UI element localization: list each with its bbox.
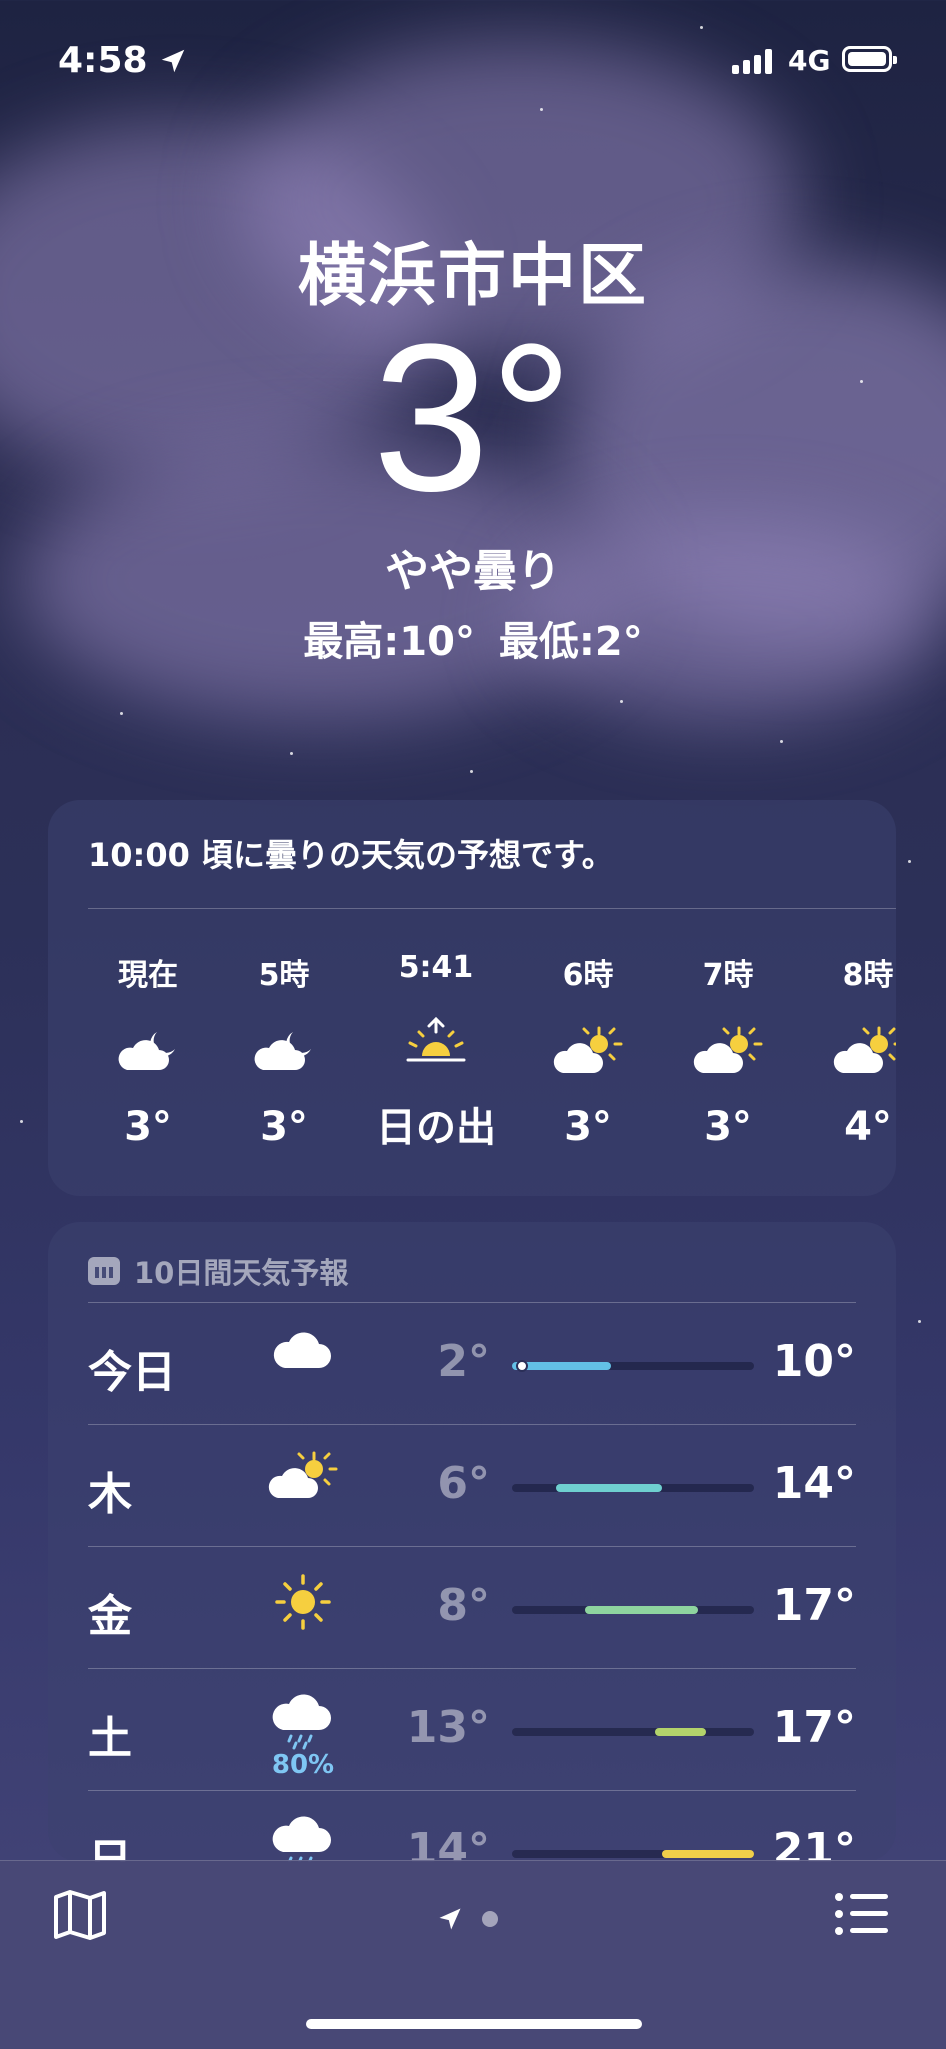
status-time: 4:58 <box>58 40 148 81</box>
hourly-item: 7時 3° <box>648 950 808 1150</box>
map-icon[interactable] <box>52 1889 108 1941</box>
cellular-signal-icon <box>732 48 772 74</box>
precipitation-chance: 80% <box>271 1750 335 1780</box>
high-temperature: 14° <box>772 1458 856 1509</box>
bottom-toolbar <box>0 1860 946 2049</box>
ten-day-title: 10日間天気予報 <box>134 1256 349 1290</box>
daily-row[interactable]: 今日 2° 10° <box>88 1302 856 1424</box>
daily-row[interactable]: 日 14° 21° <box>88 1790 856 1862</box>
home-indicator <box>306 2019 642 2029</box>
cloud-sun-icon <box>258 1450 348 1506</box>
temperature-range-bar <box>512 1360 754 1372</box>
current-weather: 横浜市中区 3° やや曇り 最高:10° 最低:2° <box>0 220 946 667</box>
temperature-range-fill <box>654 1728 706 1736</box>
daily-row[interactable]: 木 6° 14° <box>88 1424 856 1546</box>
temperature-range-bar <box>512 1606 754 1614</box>
sun-icon <box>258 1572 348 1636</box>
hour-temperature: 3° <box>564 1104 612 1150</box>
low-temperature: 6° <box>437 1458 490 1509</box>
day-label: 金 <box>88 1591 132 1642</box>
sunrise-icon <box>336 1007 536 1077</box>
daily-row[interactable]: 土 80% 13° 17° <box>88 1668 856 1790</box>
hour-temperature: 3° <box>704 1104 752 1150</box>
high-temperature: 17° <box>772 1702 856 1753</box>
hourly-forecast-card[interactable]: 10:00 頃に曇りの天気の予想です。 現在 3° 5時 3° 5:41 日の出 6時 3° 7… <box>48 800 896 1196</box>
hour-label: 5:41 <box>398 950 474 985</box>
day-label: 日 <box>88 1835 132 1862</box>
low-temperature: 8° <box>437 1580 490 1631</box>
high-temperature: 21° <box>772 1824 856 1862</box>
cloud-rain-icon: 80% <box>258 1694 348 1780</box>
ten-day-forecast-card[interactable]: 10日間天気予報 今日 2° 10° 木 6° 14° 金 8° 17° 土 80% 13° 17° 日 1… <box>48 1222 896 1862</box>
hour-temperature: 日の出 <box>376 1105 496 1151</box>
high-temperature: 10° <box>772 1336 856 1387</box>
divider <box>88 1424 856 1425</box>
temperature-range-fill <box>555 1484 663 1492</box>
hour-label: 6時 <box>562 958 614 993</box>
low-temperature: 14° <box>406 1824 490 1862</box>
hourly-item: 5:41 日の出 <box>336 950 536 1153</box>
current-temperature-marker <box>515 1360 528 1372</box>
day-label: 今日 <box>88 1347 176 1398</box>
high-low-temperature: 最高:10° 最低:2° <box>303 619 643 665</box>
low-temperature: 2° <box>437 1336 490 1387</box>
calendar-icon <box>88 1257 120 1285</box>
cloud-sun-icon <box>788 1016 896 1086</box>
high-temperature: 17° <box>772 1580 856 1631</box>
current-temperature: 3° <box>372 300 574 535</box>
divider <box>88 1546 856 1547</box>
divider <box>88 908 896 909</box>
temperature-range-bar <box>512 1850 754 1858</box>
temperature-range-bar <box>512 1728 754 1736</box>
temperature-range-bar <box>512 1484 754 1492</box>
cloud-rain-icon <box>258 1816 348 1862</box>
hour-label: 7時 <box>702 958 754 993</box>
day-label: 土 <box>88 1713 132 1764</box>
day-label: 木 <box>88 1469 132 1520</box>
page-dot <box>482 1911 498 1927</box>
hour-label: 8時 <box>842 958 894 993</box>
ten-day-header: 10日間天気予報 <box>88 1250 348 1292</box>
divider <box>88 1302 856 1303</box>
temperature-range-fill <box>584 1606 699 1614</box>
weather-condition: やや曇り <box>385 546 561 597</box>
cloud-sun-icon <box>508 1016 668 1086</box>
location-arrow-icon <box>439 1908 461 1930</box>
location-arrow-icon <box>161 49 185 73</box>
status-bar: 4:58 4G <box>0 40 946 86</box>
battery-icon <box>842 46 897 72</box>
daily-row[interactable]: 金 8° 17° <box>88 1546 856 1668</box>
forecast-summary: 10:00 頃に曇りの天気の予想です。 <box>88 836 614 874</box>
cloud-sun-icon <box>648 1016 808 1086</box>
list-icon[interactable] <box>834 1891 890 1937</box>
hourly-item: 8時 4° <box>788 950 896 1150</box>
page-indicator[interactable] <box>436 1905 498 1933</box>
low-temperature: 13° <box>406 1702 490 1753</box>
hour-temperature: 4° <box>844 1104 892 1150</box>
cloud-icon <box>258 1328 348 1376</box>
divider <box>88 1668 856 1669</box>
temperature-range-fill <box>662 1850 754 1858</box>
divider <box>88 1790 856 1791</box>
hourly-item: 6時 3° <box>508 950 668 1150</box>
network-type: 4G <box>788 44 831 77</box>
